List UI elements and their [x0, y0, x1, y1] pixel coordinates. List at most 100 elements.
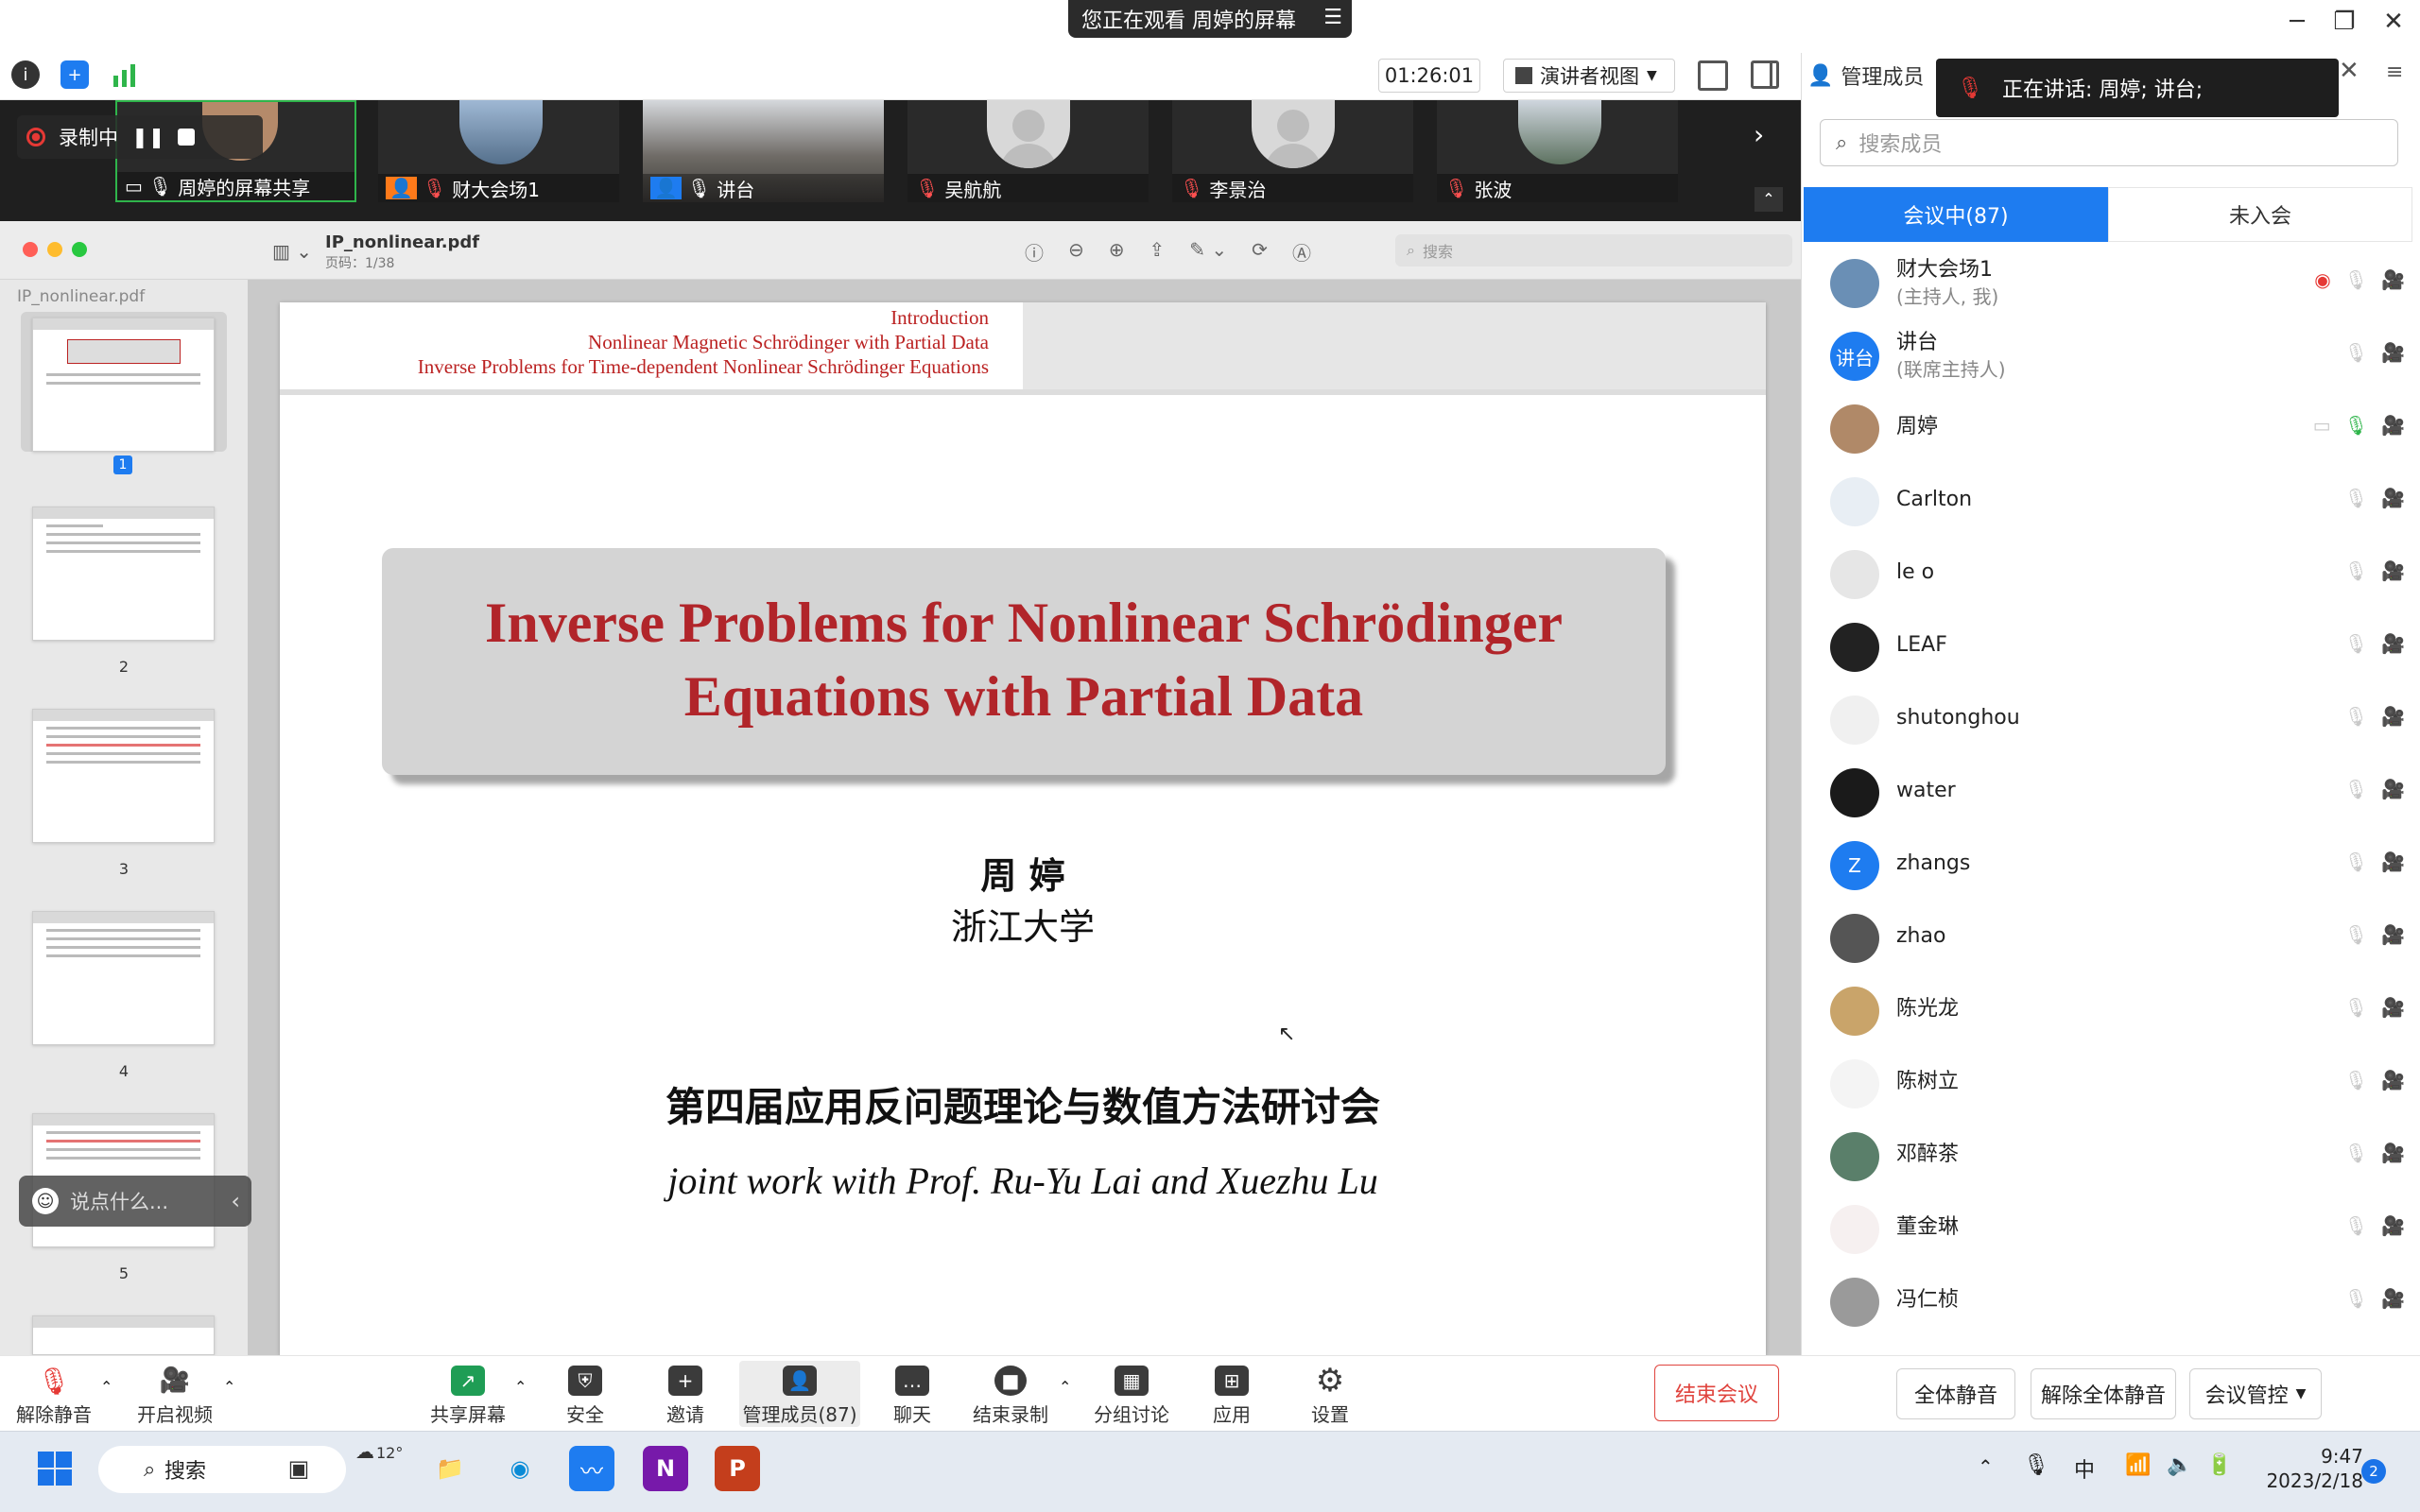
mic-muted-icon[interactable]: 🎙	[2344, 850, 2368, 873]
meeting-control-button[interactable]: 会议管控 ▼	[2189, 1368, 2322, 1419]
member-row[interactable]: LEAF 🎙 🎥	[1804, 610, 2409, 682]
sidebar-icon[interactable]: ▥ ⌄	[272, 240, 312, 263]
page-thumbnail-1[interactable]	[32, 318, 215, 452]
tab-not-joined[interactable]: 未入会	[2108, 187, 2412, 242]
breakout-button[interactable]: ▦ 分组讨论	[1089, 1361, 1174, 1427]
weather-icon[interactable]: ☁ 12°	[355, 1440, 403, 1463]
video-off-icon[interactable]: 🎥	[2381, 850, 2405, 873]
security-button[interactable]: ⛨ 安全	[552, 1361, 618, 1427]
close-icon[interactable]: ✕	[2375, 8, 2412, 36]
member-row[interactable]: zhao 🎙 🎥	[1804, 901, 2409, 973]
menu-icon[interactable]: ☰	[1323, 6, 1342, 29]
mic-muted-icon[interactable]: 🎙	[2344, 487, 2368, 509]
chevron-up-icon[interactable]: ⌃	[1059, 1378, 1071, 1396]
mic-muted-icon[interactable]: 🎙	[2344, 1214, 2368, 1237]
wifi-icon[interactable]: 📶	[2125, 1453, 2151, 1477]
page-thumbnail-3[interactable]	[32, 709, 215, 843]
collapse-icon[interactable]: ⌃	[1754, 187, 1783, 212]
member-row[interactable]: 陈树立 🎙 🎥	[1804, 1046, 2409, 1119]
info-circle-icon[interactable]: ⓘ	[1025, 238, 1044, 266]
zoom-dot-icon[interactable]	[72, 242, 87, 257]
mic-muted-icon[interactable]: 🎙	[2344, 1287, 2368, 1310]
member-row[interactable]: 财大会场1 (主持人, 我) ◉ 🎙 🎥	[1804, 246, 2409, 318]
powerpoint-icon[interactable]: P	[715, 1446, 760, 1491]
video-off-icon[interactable]: 🎥	[2381, 414, 2405, 437]
chevron-left-icon[interactable]: ‹	[231, 1188, 240, 1214]
mic-muted-icon[interactable]: 🎙	[2344, 996, 2368, 1019]
video-off-icon[interactable]: 🎥	[2381, 487, 2405, 509]
markup-icon[interactable]: Ⓐ	[1292, 238, 1311, 266]
video-off-icon[interactable]: 🎥	[2381, 996, 2405, 1019]
file-explorer-icon[interactable]: 📁	[427, 1446, 473, 1491]
apps-button[interactable]: ⊞ 应用	[1199, 1361, 1265, 1427]
video-off-icon[interactable]: 🎥	[2381, 632, 2405, 655]
chevron-up-icon[interactable]: ⌃	[1978, 1455, 1994, 1478]
chevron-right-icon[interactable]: ›	[1754, 119, 1764, 150]
member-row[interactable]: 邓醉茶 🎙 🎥	[1804, 1119, 2409, 1192]
volume-icon[interactable]: 🔈	[2167, 1453, 2192, 1477]
page-thumbnail-6[interactable]	[32, 1315, 215, 1355]
share-screen-button[interactable]: ↗ 共享屏幕	[425, 1361, 510, 1427]
video-off-icon[interactable]: 🎥	[2381, 268, 2405, 291]
video-off-icon[interactable]: 🎥	[2381, 778, 2405, 800]
mic-muted-icon[interactable]: 🎙	[2344, 923, 2368, 946]
member-row[interactable]: Carlton 🎙 🎥	[1804, 464, 2409, 537]
video-tile-podium[interactable]: 👤 🎙 讲台	[643, 100, 884, 202]
close-dot-icon[interactable]	[23, 242, 38, 257]
unmute-button[interactable]: 🎙 解除静音	[13, 1361, 95, 1427]
chevron-up-icon[interactable]: ⌃	[223, 1378, 235, 1396]
member-row[interactable]: 董金琳 🎙 🎥	[1804, 1192, 2409, 1264]
mic-muted-icon[interactable]: 🎙	[2344, 705, 2368, 728]
task-view-icon[interactable]: ▣	[276, 1446, 321, 1491]
info-icon[interactable]: i	[11, 60, 40, 89]
pdf-search-input[interactable]: ⌕ 搜索	[1395, 234, 1792, 266]
minimize-icon[interactable]: ─	[2278, 8, 2316, 36]
page-thumbnail-4[interactable]	[32, 911, 215, 1045]
battery-icon[interactable]: 🔋	[2206, 1453, 2232, 1477]
unmute-all-button[interactable]: 解除全体静音	[2031, 1368, 2176, 1419]
video-tile-caida[interactable]: 👤 🎙 财大会场1	[378, 100, 619, 202]
chevron-up-icon[interactable]: ⌃	[514, 1378, 527, 1396]
end-meeting-button[interactable]: 结束会议	[1654, 1365, 1779, 1421]
manage-members-button[interactable]: 👤 管理成员(87)	[739, 1361, 860, 1427]
video-off-icon[interactable]: 🎥	[2381, 1287, 2405, 1310]
chat-button[interactable]: … 聊天	[879, 1361, 945, 1427]
ime-indicator[interactable]: 中	[2074, 1453, 2095, 1484]
video-off-icon[interactable]: 🎥	[2381, 1069, 2405, 1091]
fullscreen-icon[interactable]	[1698, 60, 1728, 91]
invite-button[interactable]: + 邀请	[652, 1361, 718, 1427]
mic-muted-icon[interactable]: 🎙	[2344, 559, 2368, 582]
close-icon[interactable]: ✕	[2339, 57, 2360, 85]
onenote-icon[interactable]: N	[643, 1446, 688, 1491]
pen-icon[interactable]: ✎ ⌄	[1189, 238, 1227, 266]
rotate-icon[interactable]: ⟳	[1252, 238, 1268, 266]
mic-muted-icon[interactable]: 🎙	[2344, 1142, 2368, 1164]
page-thumbnail-2[interactable]	[32, 507, 215, 641]
member-row[interactable]: 冯仁桢 🎙 🎥	[1804, 1264, 2409, 1337]
windows-start-icon[interactable]	[32, 1446, 78, 1491]
member-row[interactable]: 周婷 ▭ 🎙 🎥	[1804, 391, 2409, 464]
video-tile-lijingzhi[interactable]: 🎙 李景治	[1172, 100, 1413, 202]
video-off-icon[interactable]: 🎥	[2381, 705, 2405, 728]
smiley-icon[interactable]: ☺	[32, 1188, 59, 1214]
member-row[interactable]: Zzhangs 🎙 🎥	[1804, 828, 2409, 901]
taskbar-clock[interactable]: 9:47 2023/2/18	[2250, 1444, 2363, 1493]
mute-all-button[interactable]: 全体静音	[1896, 1368, 2015, 1419]
shield-icon[interactable]: +	[60, 60, 89, 89]
video-off-icon[interactable]: 🎥	[2381, 559, 2405, 582]
video-off-icon[interactable]: 🎥	[2381, 341, 2405, 364]
zoom-out-icon[interactable]: ⊖	[1068, 238, 1084, 266]
pause-icon[interactable]: ❚❚	[131, 126, 164, 148]
restore-icon[interactable]: ❐	[2325, 8, 2363, 36]
notification-badge[interactable]: 2	[2361, 1459, 2386, 1484]
signal-icon[interactable]	[112, 62, 138, 87]
end-recording-button[interactable]: ■ 结束录制	[968, 1361, 1053, 1427]
share-icon[interactable]: ⇪	[1150, 238, 1166, 266]
tab-in-meeting[interactable]: 会议中(87)	[1804, 187, 2108, 242]
member-row[interactable]: water 🎙 🎥	[1804, 755, 2409, 828]
start-video-button[interactable]: 🎥 开启视频	[134, 1361, 216, 1427]
stop-icon[interactable]	[178, 129, 196, 146]
member-search-input[interactable]: ⌕ 搜索成员	[1820, 119, 2398, 166]
mic-icon[interactable]: 🎙	[2344, 341, 2368, 364]
mic-muted-icon[interactable]: 🎙	[2344, 778, 2368, 800]
